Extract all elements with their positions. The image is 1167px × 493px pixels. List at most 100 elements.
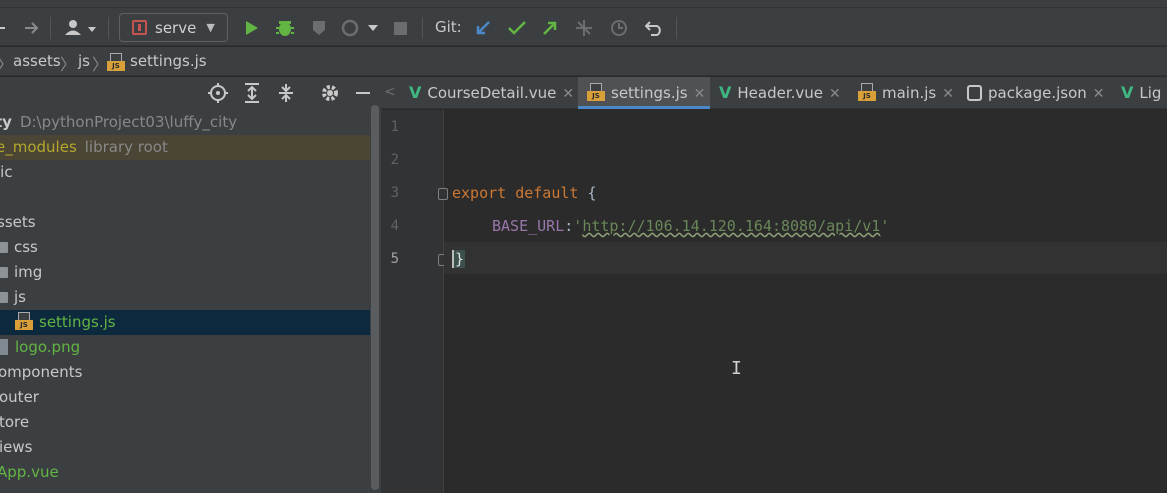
tab-label: main.js [882, 84, 937, 102]
tab-label: CourseDetail.vue [427, 84, 557, 102]
gear-icon[interactable] [319, 82, 341, 104]
breadcrumb-item-assets[interactable]: assets [13, 52, 61, 70]
fold-marker-icon[interactable] [438, 188, 448, 200]
tab-package-json[interactable]: package.json ✕ [967, 77, 1105, 109]
tab-header-vue[interactable]: V Header.vue ✕ [719, 77, 841, 109]
chevron-down-icon[interactable] [365, 14, 381, 42]
json-file-icon [967, 85, 982, 101]
user-dropdown-icon[interactable] [61, 14, 99, 42]
tree-item-label: ty [0, 113, 12, 131]
tree-item-label: omponents [0, 363, 83, 381]
current-line-highlight [444, 242, 1167, 274]
close-icon[interactable]: ✕ [829, 86, 841, 102]
toolbar-separator [108, 17, 109, 39]
breadcrumb-item-js[interactable]: js [78, 52, 90, 70]
close-icon[interactable]: ✕ [694, 86, 706, 102]
tree-item-router[interactable]: outer [0, 385, 369, 410]
folder-icon [0, 267, 8, 278]
folder-icon [0, 292, 8, 303]
close-icon[interactable]: ✕ [942, 86, 954, 102]
stop-icon[interactable] [391, 14, 409, 42]
tree-item-label: lic [0, 163, 13, 181]
chevron-left-icon[interactable]: < [384, 84, 396, 100]
line-number-current: 5 [390, 251, 399, 267]
tree-item-css[interactable]: css [0, 235, 365, 260]
tree-item-label: settings.js [39, 313, 116, 331]
line-number: 3 [390, 185, 399, 201]
back-arrow-icon[interactable] [0, 14, 10, 42]
tree-item-settings-js[interactable]: JS settings.js [0, 310, 370, 335]
string-quote: ' [573, 217, 583, 235]
breadcrumb-item-settings[interactable]: settings.js [130, 52, 207, 70]
tab-main-js[interactable]: JS main.js ✕ [858, 77, 954, 109]
mouse-ibeam-cursor-icon: I [731, 358, 742, 379]
tab-label: Header.vue [737, 84, 824, 102]
tree-item-label: img [14, 263, 43, 281]
code-line-5: } [452, 250, 466, 268]
tree-item-logo-png[interactable]: logo.png [0, 335, 370, 360]
tab-course-detail-vue[interactable]: V CourseDetail.vue ✕ [409, 77, 574, 109]
tree-item-label: tore [0, 413, 30, 431]
tab-label: settings.js [611, 84, 688, 102]
close-icon[interactable]: ✕ [1093, 86, 1105, 102]
tree-item-project-root[interactable]: ty D:\pythonProject03\luffy_city [0, 110, 365, 135]
line-number: 2 [390, 152, 399, 168]
tree-item-label: outer [0, 388, 39, 406]
js-file-icon: JS [15, 312, 33, 330]
project-panel-header [0, 77, 381, 109]
tab-settings-js[interactable]: JS settings.js ✕ [578, 77, 710, 109]
expand-all-icon[interactable] [241, 82, 263, 104]
coverage-icon[interactable] [308, 14, 330, 42]
git-push-icon[interactable] [540, 14, 560, 42]
run-configuration-select[interactable]: serve ▼ [119, 13, 228, 42]
tree-item-js[interactable]: js [0, 285, 365, 310]
profile-icon[interactable] [339, 14, 361, 42]
project-scrollbar[interactable] [370, 77, 381, 493]
js-file-icon: JS [107, 53, 125, 71]
git-commit-check-icon[interactable] [507, 14, 527, 42]
tree-item-node-modules[interactable]: e_modules library root [0, 135, 370, 160]
code-editor[interactable]: 1 2 3 4 5 export default { BASE_URL:'htt… [381, 110, 1167, 493]
code-line-4: BASE_URL:'http://106.14.120.164:8080/api… [492, 217, 889, 235]
run-config-label: serve [155, 18, 197, 37]
git-merge-icon[interactable] [574, 14, 594, 42]
tree-item-assets[interactable]: ssets [0, 210, 367, 235]
tree-item-img[interactable]: img [0, 260, 365, 285]
collapse-all-icon[interactable] [275, 82, 297, 104]
tree-item-label: css [14, 238, 38, 256]
chevron-down-icon: ▼ [206, 21, 215, 34]
close-icon[interactable]: ✕ [562, 86, 574, 102]
breadcrumb-separator: 〉 [60, 55, 77, 74]
keyword-export: export [452, 184, 507, 202]
image-file-icon [0, 339, 8, 355]
code-line-3: export default { [452, 184, 597, 202]
git-history-clock-icon[interactable] [608, 14, 630, 42]
tab-lig[interactable]: V Lig [1121, 77, 1161, 109]
tree-item-store[interactable]: tore [0, 410, 369, 435]
tree-item-label: e_modules [0, 138, 77, 156]
tree-item-label: js [14, 288, 26, 306]
colon: : [564, 217, 574, 235]
run-icon[interactable] [242, 14, 262, 42]
tree-item-views[interactable]: iews [0, 435, 369, 460]
vue-icon: V [409, 83, 422, 102]
tree-item-components[interactable]: omponents [0, 360, 368, 385]
git-rollback-icon[interactable] [643, 14, 665, 42]
debug-bug-icon[interactable] [274, 14, 296, 42]
js-file-icon: JS [587, 83, 605, 101]
breadcrumb: 〉 assets 〉 js 〉 JS settings.js [0, 47, 1167, 76]
forward-arrow-icon[interactable] [22, 14, 42, 42]
tree-item-label: logo.png [15, 338, 81, 356]
url-string[interactable]: http://106.14.120.164:8080/api/v1 [582, 217, 880, 235]
menu-strip [0, 0, 1167, 8]
git-label: Git: [435, 18, 462, 36]
breadcrumb-separator: 〉 [92, 55, 109, 74]
git-update-icon[interactable] [473, 14, 493, 42]
scrollbar-thumb[interactable] [371, 105, 379, 490]
vue-icon: V [719, 83, 732, 102]
tree-item-app-vue[interactable]: App.vue [0, 460, 367, 485]
tree-item-public[interactable]: lic [0, 160, 366, 185]
locate-target-icon[interactable] [207, 82, 229, 104]
vue-icon: V [1121, 83, 1134, 102]
folder-icon [0, 242, 8, 253]
